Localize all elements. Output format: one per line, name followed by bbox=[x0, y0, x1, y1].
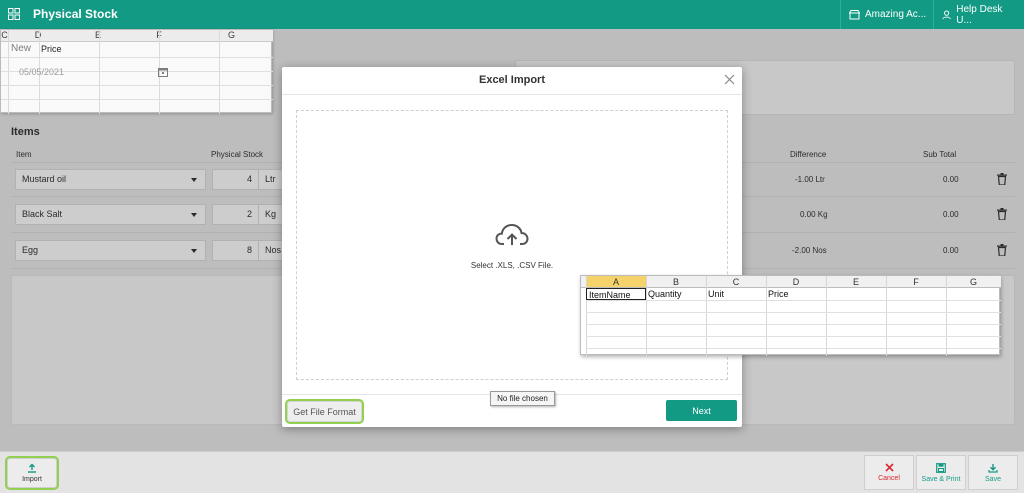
save-button[interactable]: Save bbox=[968, 455, 1018, 490]
sheet-col-header: D bbox=[766, 276, 826, 288]
grid-line bbox=[946, 276, 947, 356]
file-format-preview: A B C D E F G ItemName Quantity Unit Pri… bbox=[580, 275, 1001, 356]
user-name: Help Desk U... bbox=[956, 3, 1003, 26]
sheet-col-header: E bbox=[68, 30, 128, 42]
sheet-cell: Quantity bbox=[648, 289, 682, 299]
top-bar: Physical Stock Amazing Ac... Help Desk U… bbox=[0, 0, 1024, 29]
user-icon bbox=[942, 10, 951, 19]
file-input-tooltip: No file chosen bbox=[490, 391, 555, 406]
sheet-cell-price: Price bbox=[41, 44, 62, 54]
sheet-col-header: G bbox=[190, 30, 273, 42]
sheet-cell: Price bbox=[768, 289, 789, 299]
new-label: New bbox=[11, 43, 32, 54]
import-button[interactable]: Import bbox=[5, 456, 59, 490]
apps-grid-icon[interactable] bbox=[8, 8, 20, 20]
grid-line bbox=[1, 85, 273, 86]
sheet-col-header: B bbox=[646, 276, 706, 288]
sheet-col-header: F bbox=[886, 276, 946, 288]
grid-line bbox=[586, 348, 1001, 349]
grid-line bbox=[219, 30, 220, 114]
grid-line bbox=[586, 300, 1001, 301]
save-label: Save bbox=[985, 475, 1001, 483]
save-print-button[interactable]: Save & Print bbox=[916, 455, 966, 490]
grid-line bbox=[586, 336, 1001, 337]
get-file-format-button[interactable]: Get File Format bbox=[285, 399, 364, 424]
sheet-col-header: E bbox=[826, 276, 886, 288]
upload-icon bbox=[28, 463, 36, 473]
sheet-col-header: A bbox=[586, 276, 646, 288]
spreadsheet-snippet: C D E F G New Price 05/05/2021 bbox=[0, 29, 273, 114]
grid-line bbox=[99, 30, 100, 114]
close-icon[interactable] bbox=[724, 74, 735, 85]
company-selector[interactable]: Amazing Ac... bbox=[840, 0, 934, 29]
dropzone-text: Select .XLS, .CSV File. bbox=[470, 261, 554, 270]
save-print-label: Save & Print bbox=[921, 475, 961, 483]
grid-line bbox=[8, 30, 9, 114]
sheet-cell: Unit bbox=[708, 289, 725, 299]
sheet-col-header: C bbox=[706, 276, 766, 288]
page-title: Physical Stock bbox=[33, 7, 118, 21]
modal-title: Excel Import bbox=[478, 74, 546, 86]
sheet-col-header: G bbox=[946, 276, 1001, 288]
grid-line bbox=[1, 57, 273, 58]
date-field[interactable]: 05/05/2021 bbox=[19, 67, 64, 77]
grid-line bbox=[886, 276, 887, 356]
sheet-col-header: D bbox=[8, 30, 68, 42]
cancel-button[interactable]: Cancel bbox=[864, 455, 914, 490]
calendar-icon[interactable] bbox=[158, 67, 168, 77]
grid-line bbox=[586, 312, 1001, 313]
download-icon bbox=[988, 463, 998, 473]
company-name: Amazing Ac... bbox=[865, 9, 927, 20]
sheet-col-header: C bbox=[1, 30, 8, 42]
close-icon bbox=[884, 463, 894, 472]
user-menu[interactable]: Help Desk U... bbox=[933, 0, 1024, 29]
sheet-cell-active: ItemName bbox=[586, 288, 646, 300]
cloud-upload-icon bbox=[495, 223, 529, 245]
next-button[interactable]: Next bbox=[666, 400, 737, 421]
excel-import-modal: Excel Import Select .XLS, .CSV File. bbox=[282, 67, 742, 427]
grid-line bbox=[586, 324, 1001, 325]
grid-line bbox=[826, 276, 827, 356]
divider bbox=[282, 94, 742, 95]
grid-line bbox=[1, 99, 273, 100]
cancel-label: Cancel bbox=[878, 475, 900, 482]
store-icon bbox=[849, 9, 860, 19]
floppy-disk-icon bbox=[936, 462, 946, 473]
import-label: Import bbox=[22, 476, 42, 483]
